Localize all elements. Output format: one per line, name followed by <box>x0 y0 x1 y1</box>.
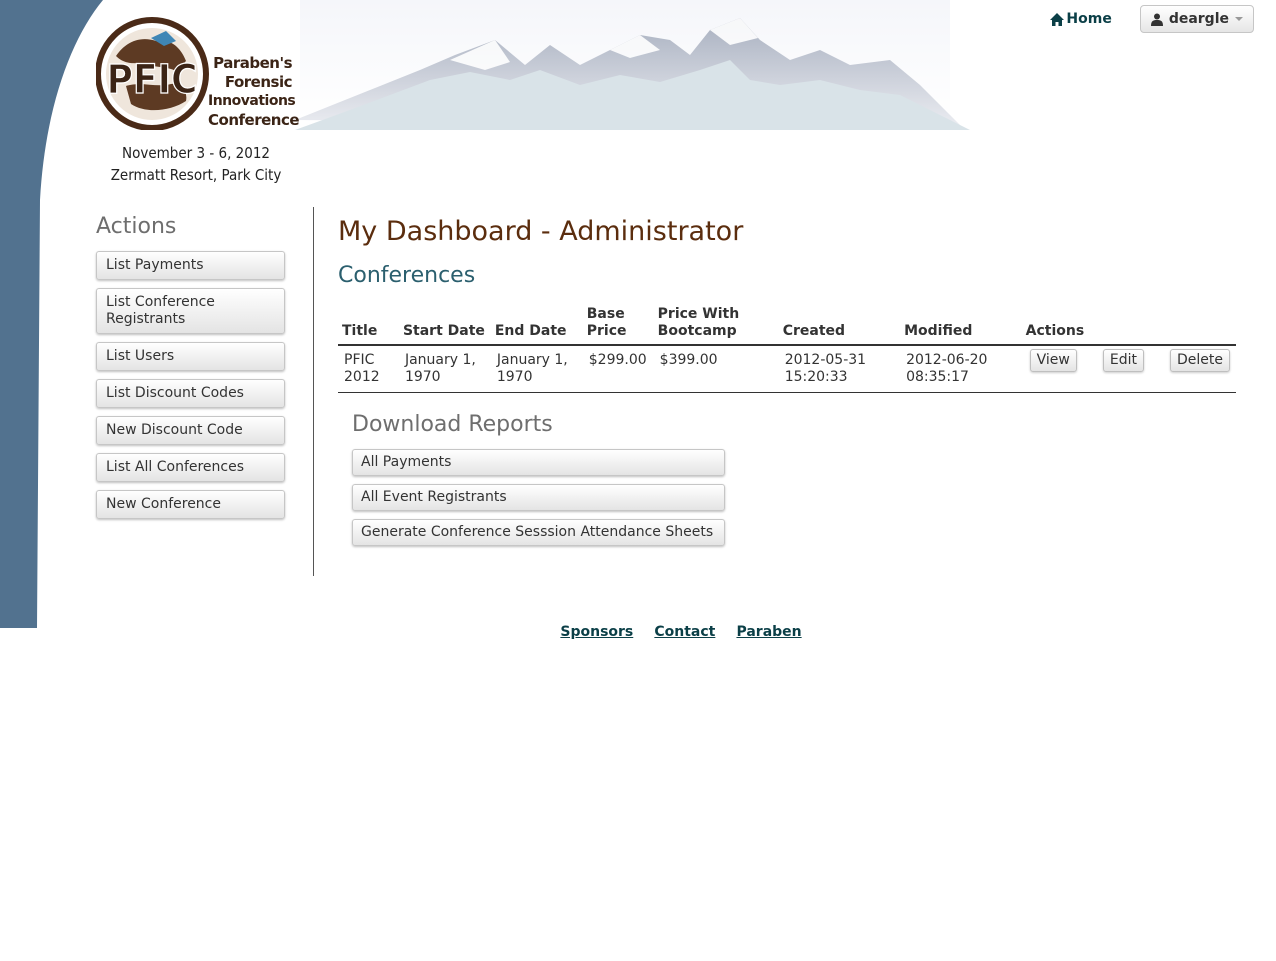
list-users-button[interactable]: List Users <box>96 342 285 371</box>
cell-start-date: January 1, 1970 <box>398 345 491 393</box>
column-header[interactable]: Created <box>778 306 901 346</box>
all-event-registrants-button[interactable]: All Event Registrants <box>352 484 725 511</box>
cell-base-price: $299.00 <box>582 345 654 393</box>
column-header[interactable]: Title <box>338 306 399 346</box>
conferences-table: Title Start Date End Date Base Price Pri… <box>338 306 1236 393</box>
table-row: PFIC 2012 January 1, 1970 January 1, 197… <box>338 345 1236 393</box>
reports-heading: Download Reports <box>352 412 553 437</box>
contact-link[interactable]: Contact <box>654 624 715 640</box>
download-reports: Download Reports All Payments All Event … <box>352 412 725 554</box>
cell-title: PFIC 2012 <box>338 345 399 393</box>
svg-text:PFIC: PFIC <box>107 57 198 103</box>
delete-button[interactable]: Delete <box>1170 349 1230 372</box>
home-label: Home <box>1066 11 1112 27</box>
list-conference-registrants-button[interactable]: List Conference Registrants <box>96 288 285 334</box>
list-all-conferences-button[interactable]: List All Conferences <box>96 453 285 482</box>
user-name: deargle <box>1168 11 1229 27</box>
mountain-banner <box>295 0 970 130</box>
new-discount-code-button[interactable]: New Discount Code <box>96 416 285 445</box>
column-header[interactable]: End Date <box>490 306 583 346</box>
vertical-divider <box>313 207 314 576</box>
sidebar-heading: Actions <box>96 214 177 239</box>
column-header[interactable]: Base Price <box>582 306 654 346</box>
cell-end-date: January 1, 1970 <box>490 345 583 393</box>
main-content: My Dashboard - Administrator Conferences… <box>338 212 1236 393</box>
view-button[interactable]: View <box>1029 349 1077 372</box>
logo-title: Paraben's Forensic Innovations Conferenc… <box>208 54 300 129</box>
attendance-sheets-button[interactable]: Generate Conference Sesssion Attendance … <box>352 519 725 546</box>
sponsors-link[interactable]: Sponsors <box>560 624 633 640</box>
section-title: Conferences <box>338 263 476 288</box>
actions-sidebar: Actions List Payments List Conference Re… <box>96 214 286 527</box>
edit-button[interactable]: Edit <box>1102 349 1144 372</box>
cell-price-with-bootcamp: $399.00 <box>653 345 779 393</box>
venue-line: Zermatt Resort, Park City <box>110 166 282 184</box>
column-header[interactable]: Price With Bootcamp <box>653 306 779 346</box>
footer: Sponsors Contact Paraben <box>0 621 1276 640</box>
top-nav: Home deargle <box>1050 5 1254 33</box>
home-link[interactable]: Home <box>1050 11 1112 27</box>
page-title: My Dashboard - Administrator <box>338 216 744 247</box>
column-header: Actions <box>1021 306 1236 346</box>
pfic-logo[interactable]: PFIC Paraben's Forensic Innovations Conf… <box>96 16 300 186</box>
list-discount-codes-button[interactable]: List Discount Codes <box>96 379 285 408</box>
cell-actions: View Edit Delete <box>1021 345 1236 393</box>
globe-emblem-icon: PFIC <box>96 17 209 130</box>
table-header-row: Title Start Date End Date Base Price Pri… <box>338 306 1236 346</box>
user-menu-button[interactable]: deargle <box>1139 5 1254 33</box>
user-icon <box>1150 13 1163 26</box>
home-icon <box>1050 12 1065 26</box>
new-conference-button[interactable]: New Conference <box>96 490 285 519</box>
chevron-down-icon <box>1235 17 1243 21</box>
dates-line: November 3 - 6, 2012 <box>121 144 270 162</box>
paraben-link[interactable]: Paraben <box>736 624 801 640</box>
cell-created: 2012-05-31 15:20:33 <box>778 345 901 393</box>
column-header[interactable]: Modified <box>900 306 1022 346</box>
column-header[interactable]: Start Date <box>398 306 491 346</box>
list-payments-button[interactable]: List Payments <box>96 251 285 280</box>
cell-modified: 2012-06-20 08:35:17 <box>900 345 1022 393</box>
conference-dates: November 3 - 6, 2012 Zermatt Resort, Par… <box>96 142 296 186</box>
all-payments-button[interactable]: All Payments <box>352 449 725 476</box>
